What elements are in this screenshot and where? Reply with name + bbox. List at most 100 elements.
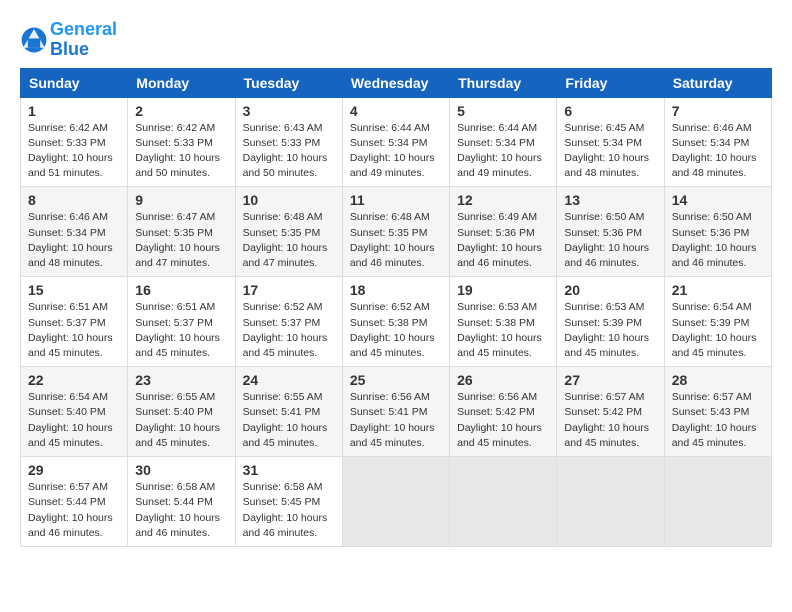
calendar-cell: 16 Sunrise: 6:51 AMSunset: 5:37 PMDaylig… bbox=[128, 277, 235, 367]
calendar-cell: 15 Sunrise: 6:51 AMSunset: 5:37 PMDaylig… bbox=[21, 277, 128, 367]
day-number: 26 bbox=[457, 372, 549, 388]
day-number: 21 bbox=[672, 282, 764, 298]
day-number: 27 bbox=[564, 372, 656, 388]
day-info: Sunrise: 6:51 AMSunset: 5:37 PMDaylight:… bbox=[135, 300, 227, 361]
day-info: Sunrise: 6:54 AMSunset: 5:39 PMDaylight:… bbox=[672, 300, 764, 361]
day-info: Sunrise: 6:42 AMSunset: 5:33 PMDaylight:… bbox=[28, 121, 120, 182]
calendar-cell: 29 Sunrise: 6:57 AMSunset: 5:44 PMDaylig… bbox=[21, 457, 128, 547]
day-of-week-header: Saturday bbox=[664, 68, 771, 97]
day-number: 9 bbox=[135, 192, 227, 208]
calendar-week-row: 29 Sunrise: 6:57 AMSunset: 5:44 PMDaylig… bbox=[21, 457, 772, 547]
day-number: 13 bbox=[564, 192, 656, 208]
calendar-cell: 28 Sunrise: 6:57 AMSunset: 5:43 PMDaylig… bbox=[664, 367, 771, 457]
day-info: Sunrise: 6:42 AMSunset: 5:33 PMDaylight:… bbox=[135, 121, 227, 182]
day-number: 12 bbox=[457, 192, 549, 208]
day-info: Sunrise: 6:53 AMSunset: 5:38 PMDaylight:… bbox=[457, 300, 549, 361]
calendar-cell: 12 Sunrise: 6:49 AMSunset: 5:36 PMDaylig… bbox=[450, 187, 557, 277]
day-info: Sunrise: 6:49 AMSunset: 5:36 PMDaylight:… bbox=[457, 210, 549, 271]
day-info: Sunrise: 6:55 AMSunset: 5:41 PMDaylight:… bbox=[243, 390, 335, 451]
day-number: 5 bbox=[457, 103, 549, 119]
logo: General Blue bbox=[20, 20, 117, 60]
day-info: Sunrise: 6:57 AMSunset: 5:43 PMDaylight:… bbox=[672, 390, 764, 451]
calendar-cell: 25 Sunrise: 6:56 AMSunset: 5:41 PMDaylig… bbox=[342, 367, 449, 457]
day-info: Sunrise: 6:58 AMSunset: 5:45 PMDaylight:… bbox=[243, 480, 335, 541]
day-number: 28 bbox=[672, 372, 764, 388]
calendar-body: 1 Sunrise: 6:42 AMSunset: 5:33 PMDayligh… bbox=[21, 97, 772, 546]
calendar-cell: 1 Sunrise: 6:42 AMSunset: 5:33 PMDayligh… bbox=[21, 97, 128, 187]
day-number: 29 bbox=[28, 462, 120, 478]
day-info: Sunrise: 6:44 AMSunset: 5:34 PMDaylight:… bbox=[350, 121, 442, 182]
day-info: Sunrise: 6:56 AMSunset: 5:42 PMDaylight:… bbox=[457, 390, 549, 451]
day-of-week-header: Wednesday bbox=[342, 68, 449, 97]
day-info: Sunrise: 6:48 AMSunset: 5:35 PMDaylight:… bbox=[243, 210, 335, 271]
day-info: Sunrise: 6:52 AMSunset: 5:37 PMDaylight:… bbox=[243, 300, 335, 361]
calendar-cell: 4 Sunrise: 6:44 AMSunset: 5:34 PMDayligh… bbox=[342, 97, 449, 187]
calendar-cell: 22 Sunrise: 6:54 AMSunset: 5:40 PMDaylig… bbox=[21, 367, 128, 457]
day-number: 30 bbox=[135, 462, 227, 478]
calendar-table: SundayMondayTuesdayWednesdayThursdayFrid… bbox=[20, 68, 772, 547]
day-info: Sunrise: 6:56 AMSunset: 5:41 PMDaylight:… bbox=[350, 390, 442, 451]
day-number: 22 bbox=[28, 372, 120, 388]
calendar-cell bbox=[342, 457, 449, 547]
calendar-cell: 26 Sunrise: 6:56 AMSunset: 5:42 PMDaylig… bbox=[450, 367, 557, 457]
day-number: 17 bbox=[243, 282, 335, 298]
day-info: Sunrise: 6:54 AMSunset: 5:40 PMDaylight:… bbox=[28, 390, 120, 451]
calendar-header-row: SundayMondayTuesdayWednesdayThursdayFrid… bbox=[21, 68, 772, 97]
day-number: 16 bbox=[135, 282, 227, 298]
calendar-cell: 8 Sunrise: 6:46 AMSunset: 5:34 PMDayligh… bbox=[21, 187, 128, 277]
day-info: Sunrise: 6:48 AMSunset: 5:35 PMDaylight:… bbox=[350, 210, 442, 271]
day-of-week-header: Monday bbox=[128, 68, 235, 97]
calendar-cell bbox=[557, 457, 664, 547]
calendar-cell: 20 Sunrise: 6:53 AMSunset: 5:39 PMDaylig… bbox=[557, 277, 664, 367]
day-number: 18 bbox=[350, 282, 442, 298]
calendar-cell: 9 Sunrise: 6:47 AMSunset: 5:35 PMDayligh… bbox=[128, 187, 235, 277]
logo-general: General bbox=[50, 19, 117, 39]
day-number: 15 bbox=[28, 282, 120, 298]
day-number: 2 bbox=[135, 103, 227, 119]
day-info: Sunrise: 6:57 AMSunset: 5:44 PMDaylight:… bbox=[28, 480, 120, 541]
calendar-cell: 31 Sunrise: 6:58 AMSunset: 5:45 PMDaylig… bbox=[235, 457, 342, 547]
day-info: Sunrise: 6:43 AMSunset: 5:33 PMDaylight:… bbox=[243, 121, 335, 182]
calendar-cell: 14 Sunrise: 6:50 AMSunset: 5:36 PMDaylig… bbox=[664, 187, 771, 277]
calendar-week-row: 22 Sunrise: 6:54 AMSunset: 5:40 PMDaylig… bbox=[21, 367, 772, 457]
calendar-cell: 23 Sunrise: 6:55 AMSunset: 5:40 PMDaylig… bbox=[128, 367, 235, 457]
logo-blue: Blue bbox=[50, 39, 89, 59]
day-number: 6 bbox=[564, 103, 656, 119]
day-number: 25 bbox=[350, 372, 442, 388]
day-info: Sunrise: 6:51 AMSunset: 5:37 PMDaylight:… bbox=[28, 300, 120, 361]
day-number: 24 bbox=[243, 372, 335, 388]
day-info: Sunrise: 6:46 AMSunset: 5:34 PMDaylight:… bbox=[28, 210, 120, 271]
day-number: 7 bbox=[672, 103, 764, 119]
day-number: 19 bbox=[457, 282, 549, 298]
day-number: 31 bbox=[243, 462, 335, 478]
day-of-week-header: Sunday bbox=[21, 68, 128, 97]
day-info: Sunrise: 6:46 AMSunset: 5:34 PMDaylight:… bbox=[672, 121, 764, 182]
day-info: Sunrise: 6:44 AMSunset: 5:34 PMDaylight:… bbox=[457, 121, 549, 182]
calendar-cell: 10 Sunrise: 6:48 AMSunset: 5:35 PMDaylig… bbox=[235, 187, 342, 277]
day-number: 3 bbox=[243, 103, 335, 119]
calendar-cell: 21 Sunrise: 6:54 AMSunset: 5:39 PMDaylig… bbox=[664, 277, 771, 367]
day-info: Sunrise: 6:57 AMSunset: 5:42 PMDaylight:… bbox=[564, 390, 656, 451]
calendar-week-row: 1 Sunrise: 6:42 AMSunset: 5:33 PMDayligh… bbox=[21, 97, 772, 187]
day-info: Sunrise: 6:52 AMSunset: 5:38 PMDaylight:… bbox=[350, 300, 442, 361]
calendar-cell: 5 Sunrise: 6:44 AMSunset: 5:34 PMDayligh… bbox=[450, 97, 557, 187]
logo-icon bbox=[20, 26, 48, 54]
day-info: Sunrise: 6:45 AMSunset: 5:34 PMDaylight:… bbox=[564, 121, 656, 182]
day-info: Sunrise: 6:50 AMSunset: 5:36 PMDaylight:… bbox=[564, 210, 656, 271]
day-info: Sunrise: 6:55 AMSunset: 5:40 PMDaylight:… bbox=[135, 390, 227, 451]
day-info: Sunrise: 6:53 AMSunset: 5:39 PMDaylight:… bbox=[564, 300, 656, 361]
calendar-cell: 17 Sunrise: 6:52 AMSunset: 5:37 PMDaylig… bbox=[235, 277, 342, 367]
calendar-cell: 6 Sunrise: 6:45 AMSunset: 5:34 PMDayligh… bbox=[557, 97, 664, 187]
day-of-week-header: Thursday bbox=[450, 68, 557, 97]
calendar-cell: 2 Sunrise: 6:42 AMSunset: 5:33 PMDayligh… bbox=[128, 97, 235, 187]
calendar-cell bbox=[450, 457, 557, 547]
day-number: 1 bbox=[28, 103, 120, 119]
calendar-cell: 24 Sunrise: 6:55 AMSunset: 5:41 PMDaylig… bbox=[235, 367, 342, 457]
calendar-cell: 30 Sunrise: 6:58 AMSunset: 5:44 PMDaylig… bbox=[128, 457, 235, 547]
calendar-cell: 13 Sunrise: 6:50 AMSunset: 5:36 PMDaylig… bbox=[557, 187, 664, 277]
day-number: 8 bbox=[28, 192, 120, 208]
day-number: 10 bbox=[243, 192, 335, 208]
calendar-cell: 7 Sunrise: 6:46 AMSunset: 5:34 PMDayligh… bbox=[664, 97, 771, 187]
day-info: Sunrise: 6:50 AMSunset: 5:36 PMDaylight:… bbox=[672, 210, 764, 271]
day-info: Sunrise: 6:47 AMSunset: 5:35 PMDaylight:… bbox=[135, 210, 227, 271]
